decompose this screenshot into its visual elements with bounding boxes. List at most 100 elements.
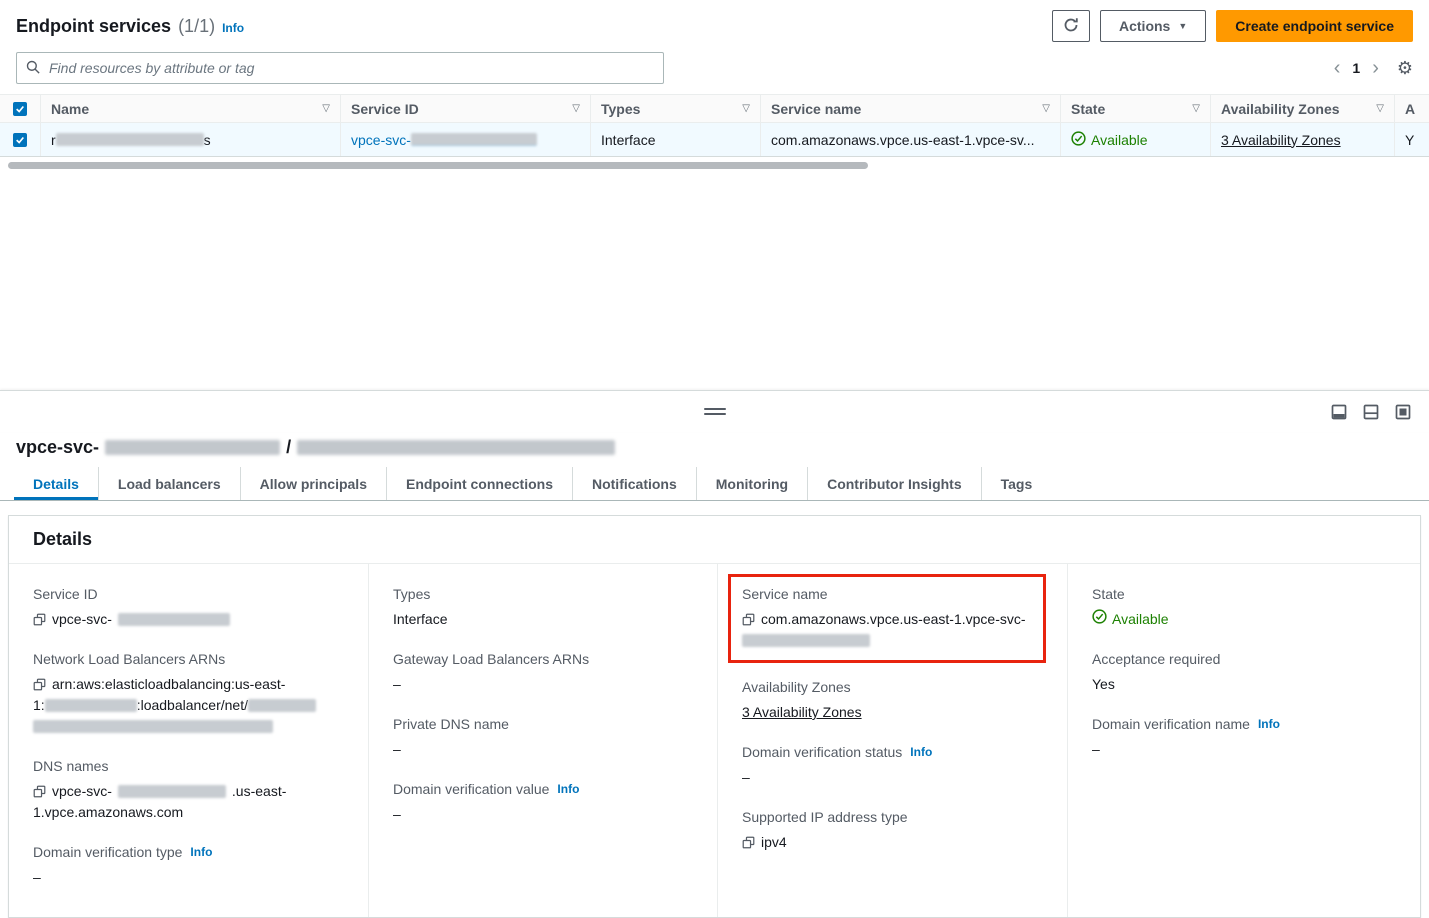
tab-contributor-insights[interactable]: Contributor Insights bbox=[807, 467, 981, 500]
horizontal-scrollbar bbox=[0, 160, 1429, 172]
info-link[interactable]: Info bbox=[190, 842, 212, 862]
cell-acceptance: Y bbox=[1394, 123, 1429, 156]
search-input[interactable] bbox=[47, 59, 654, 77]
column-label: Name bbox=[51, 101, 89, 117]
field-service-id: Service ID vpce-svc- bbox=[33, 584, 344, 630]
refresh-button[interactable] bbox=[1052, 10, 1090, 42]
redacted-text bbox=[411, 133, 537, 146]
field-dns-names: DNS names vpce-svc-.us-east- 1.vpce.amaz… bbox=[33, 756, 344, 823]
annotation-highlight-box: Service name com.amazonaws.vpce.us-east-… bbox=[728, 574, 1046, 663]
filter-icon[interactable]: ▽ bbox=[1186, 103, 1200, 114]
details-card: Details Service ID vpce-svc- Network Loa… bbox=[8, 515, 1421, 918]
copy-icon[interactable] bbox=[742, 613, 755, 626]
info-link[interactable]: Info bbox=[910, 742, 932, 762]
copy-icon[interactable] bbox=[33, 678, 46, 691]
details-column-3: Service name com.amazonaws.vpce.us-east-… bbox=[717, 564, 1067, 917]
tab-load-balancers[interactable]: Load balancers bbox=[98, 467, 240, 500]
details-column-1: Service ID vpce-svc- Network Load Balanc… bbox=[9, 564, 368, 917]
cell-name: rs bbox=[40, 123, 340, 156]
copy-icon[interactable] bbox=[33, 785, 46, 798]
column-header-availability-zones[interactable]: Availability Zones ▽ bbox=[1210, 95, 1394, 122]
chevron-down-icon: ▼ bbox=[1178, 22, 1187, 31]
tab-notifications[interactable]: Notifications bbox=[572, 467, 696, 500]
column-header-types[interactable]: Types ▽ bbox=[590, 95, 760, 122]
field-state: State Available bbox=[1092, 584, 1396, 630]
details-card-title: Details bbox=[9, 516, 1420, 564]
field-types: Types Interface bbox=[393, 584, 693, 630]
info-link[interactable]: Info bbox=[1258, 714, 1280, 734]
copy-icon[interactable] bbox=[33, 613, 46, 626]
refresh-icon bbox=[1063, 17, 1079, 36]
detail-panel-title: vpce-svc- / bbox=[0, 432, 1429, 467]
details-column-2: Types Interface Gateway Load Balancers A… bbox=[368, 564, 717, 917]
create-endpoint-service-button[interactable]: Create endpoint service bbox=[1216, 10, 1413, 42]
search-box[interactable] bbox=[16, 52, 664, 84]
filter-icon[interactable]: ▽ bbox=[316, 103, 330, 114]
availability-zones-popover-link[interactable]: 3 Availability Zones bbox=[1221, 132, 1341, 148]
next-page-icon[interactable]: › bbox=[1372, 58, 1379, 78]
check-icon bbox=[15, 135, 25, 145]
filter-icon[interactable]: ▽ bbox=[736, 103, 750, 114]
tab-endpoint-connections[interactable]: Endpoint connections bbox=[386, 467, 572, 500]
column-header-name[interactable]: Name ▽ bbox=[40, 95, 340, 122]
status-available-icon bbox=[1071, 131, 1086, 149]
split-panel-drag-handle[interactable] bbox=[700, 404, 730, 419]
settings-gear-icon[interactable]: ⚙ bbox=[1397, 58, 1413, 79]
panel-bottom-icon[interactable] bbox=[1331, 404, 1347, 420]
cell-availability-zones: 3 Availability Zones bbox=[1210, 123, 1394, 156]
check-icon bbox=[15, 104, 25, 114]
field-domain-verification-name: Domain verification name Info – bbox=[1092, 714, 1396, 760]
copy-icon[interactable] bbox=[742, 836, 755, 849]
pagination: ‹ 1 › ⚙ bbox=[1334, 58, 1413, 79]
column-label: Types bbox=[601, 101, 640, 117]
redacted-text bbox=[248, 699, 316, 712]
status-badge: Available bbox=[1091, 132, 1148, 148]
field-glb-arns: Gateway Load Balancers ARNs – bbox=[393, 649, 693, 695]
redacted-text bbox=[742, 634, 870, 647]
tab-monitoring[interactable]: Monitoring bbox=[696, 467, 807, 500]
column-header-state[interactable]: State ▽ bbox=[1060, 95, 1210, 122]
split-panel-divider bbox=[0, 390, 1429, 432]
tab-details[interactable]: Details bbox=[14, 467, 98, 500]
create-label: Create endpoint service bbox=[1235, 18, 1394, 34]
redacted-text bbox=[118, 613, 230, 626]
service-id-link[interactable]: vpce-svc- bbox=[351, 132, 537, 148]
panel-full-icon[interactable] bbox=[1395, 404, 1411, 420]
actions-label: Actions bbox=[1119, 18, 1170, 34]
search-icon bbox=[26, 60, 40, 77]
row-checkbox[interactable] bbox=[13, 133, 27, 147]
cell-state: Available bbox=[1060, 123, 1210, 156]
field-availability-zones: Availability Zones 3 Availability Zones bbox=[742, 677, 1043, 723]
actions-button[interactable]: Actions ▼ bbox=[1100, 10, 1206, 42]
redacted-text bbox=[33, 720, 273, 733]
table-row[interactable]: rs vpce-svc- Interface com.amazonaws.vpc… bbox=[0, 123, 1429, 157]
redacted-text bbox=[56, 133, 204, 146]
column-header-service-name[interactable]: Service name ▽ bbox=[760, 95, 1060, 122]
filter-icon[interactable]: ▽ bbox=[1036, 103, 1050, 114]
resource-count: (1/1) bbox=[178, 16, 215, 37]
availability-zones-popover-link[interactable]: 3 Availability Zones bbox=[742, 704, 862, 720]
status-available-icon bbox=[1092, 609, 1107, 630]
select-all-cell bbox=[0, 95, 40, 122]
tab-tags[interactable]: Tags bbox=[981, 467, 1052, 500]
column-header-acceptance[interactable]: A bbox=[1394, 95, 1429, 122]
prev-page-icon[interactable]: ‹ bbox=[1334, 58, 1341, 78]
status-badge: Available bbox=[1112, 609, 1169, 630]
header-info-link[interactable]: Info bbox=[222, 21, 244, 35]
filter-icon[interactable]: ▽ bbox=[1370, 103, 1384, 114]
current-page[interactable]: 1 bbox=[1352, 60, 1360, 76]
field-nlb-arns: Network Load Balancers ARNs arn:aws:elas… bbox=[33, 649, 344, 737]
info-link[interactable]: Info bbox=[557, 779, 579, 799]
cell-service-name: com.amazonaws.vpce.us-east-1.vpce-sv... bbox=[760, 123, 1060, 156]
panel-split-icon[interactable] bbox=[1363, 404, 1379, 420]
tab-allow-principals[interactable]: Allow principals bbox=[240, 467, 386, 500]
panel-layout-buttons bbox=[1331, 391, 1411, 432]
horizontal-scrollbar-thumb[interactable] bbox=[8, 162, 868, 169]
select-all-checkbox[interactable] bbox=[13, 102, 27, 116]
field-acceptance-required: Acceptance required Yes bbox=[1092, 649, 1396, 695]
column-label: State bbox=[1071, 101, 1105, 117]
column-header-service-id[interactable]: Service ID ▽ bbox=[340, 95, 590, 122]
filter-icon[interactable]: ▽ bbox=[566, 103, 580, 114]
cell-service-id: vpce-svc- bbox=[340, 123, 590, 156]
column-label: Availability Zones bbox=[1221, 101, 1340, 117]
